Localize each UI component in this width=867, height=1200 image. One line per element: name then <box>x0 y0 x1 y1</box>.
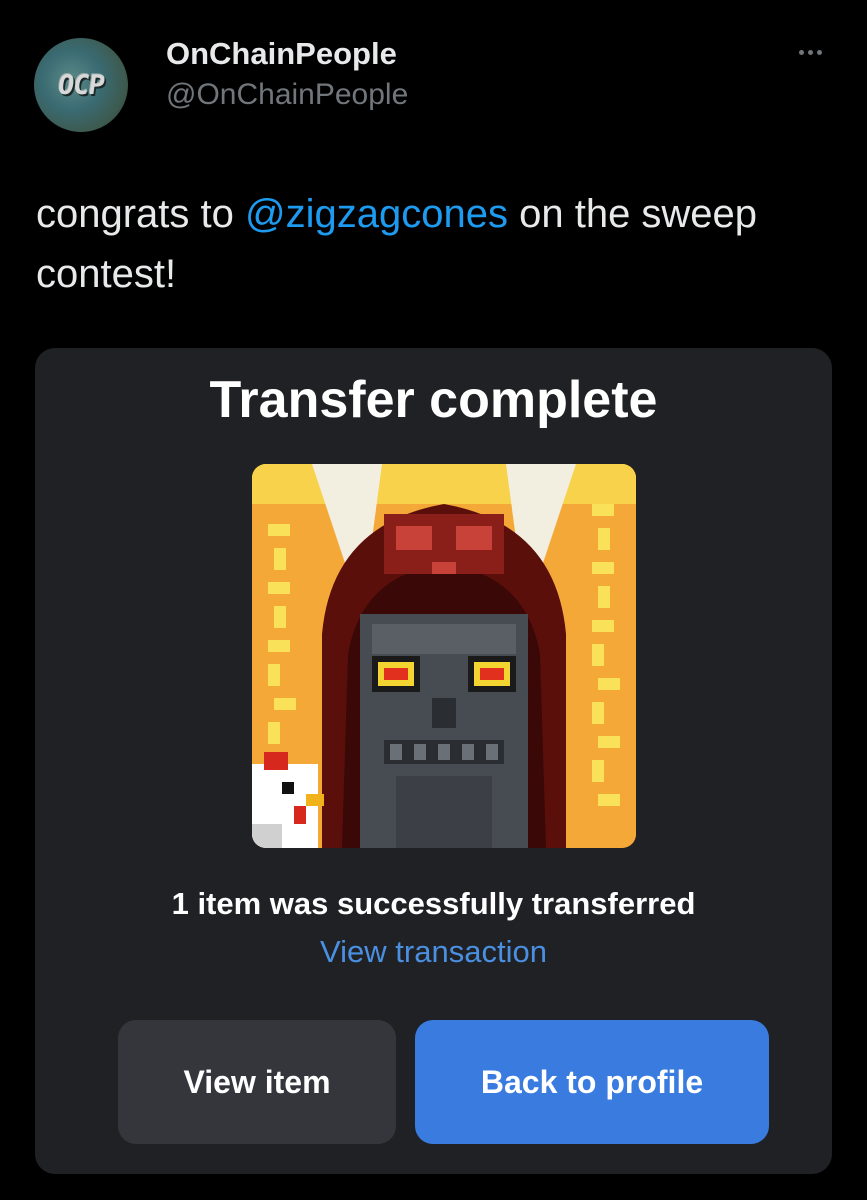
transfer-card: Transfer complete 1 item was successfull… <box>35 348 832 1174</box>
tweet-text: congrats to @zigzagcones on the sweep co… <box>36 184 826 304</box>
author-handle[interactable]: @OnChainPeople <box>166 78 408 112</box>
author-display-name[interactable]: OnChainPeople <box>166 36 397 72</box>
tweet-text-before: congrats to <box>36 192 246 236</box>
nft-pixel-art <box>252 464 636 848</box>
back-to-profile-button[interactable]: Back to profile <box>415 1020 769 1144</box>
avatar[interactable]: OCP <box>34 38 128 132</box>
card-title: Transfer complete <box>209 371 658 429</box>
view-item-button[interactable]: View item <box>118 1020 396 1144</box>
avatar-logo-text: OCP <box>55 69 107 101</box>
mention-link[interactable]: @zigzagcones <box>245 192 508 236</box>
nft-image <box>252 464 636 848</box>
view-transaction-link[interactable]: View transaction <box>35 934 832 970</box>
success-message: 1 item was successfully transferred <box>171 886 696 921</box>
more-options-icon[interactable] <box>790 42 830 62</box>
